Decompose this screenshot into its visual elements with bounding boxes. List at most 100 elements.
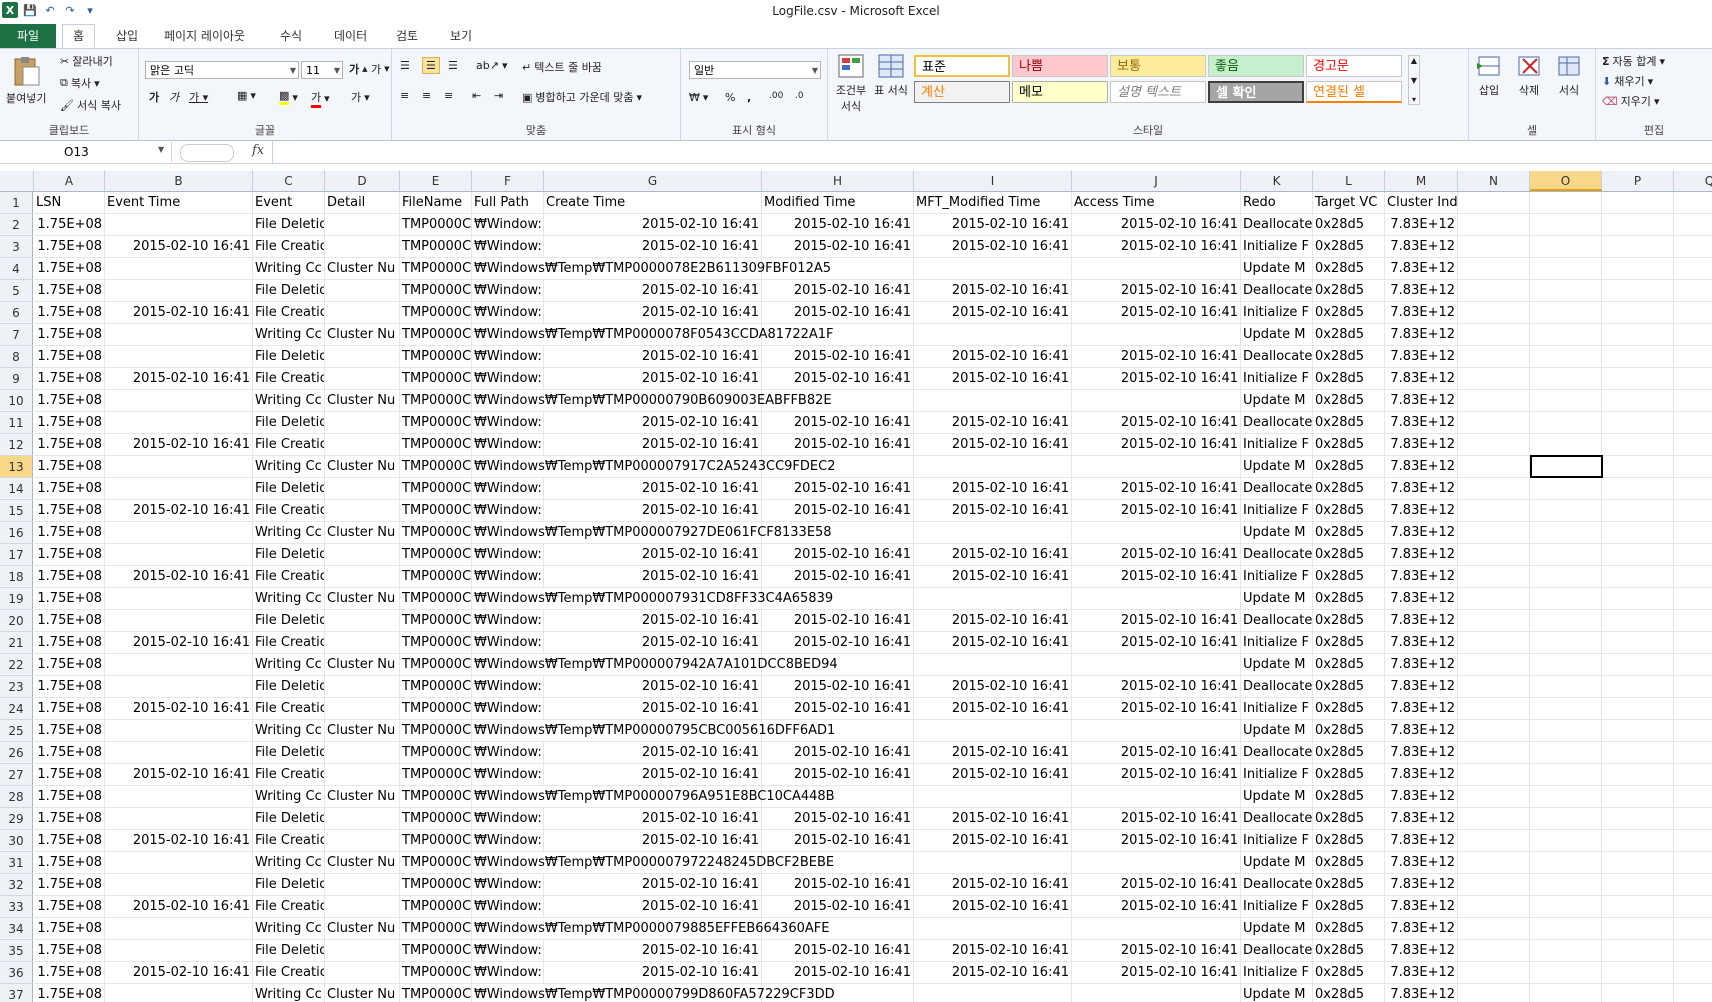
cell-j11[interactable]: 2015-02-10 16:41: [1072, 412, 1241, 434]
cell-c27[interactable]: File Creation: [253, 764, 325, 786]
cell-m20[interactable]: 7.83E+12: [1385, 610, 1458, 632]
empty-cell[interactable]: [1674, 346, 1712, 368]
empty-cell[interactable]: [1530, 654, 1602, 676]
cell-g21[interactable]: 2015-02-10 16:41: [544, 632, 762, 654]
cell-i17[interactable]: 2015-02-10 16:41: [914, 544, 1072, 566]
empty-cell[interactable]: [1530, 742, 1602, 764]
cell-c19[interactable]: Writing Cc: [253, 588, 325, 610]
cell-e12[interactable]: TMP0000C: [400, 434, 472, 456]
empty-cell[interactable]: [1530, 940, 1602, 962]
cell-d3[interactable]: [325, 236, 400, 258]
cell-e37[interactable]: TMP0000C: [400, 984, 472, 1002]
cell-k7[interactable]: Update M: [1241, 324, 1313, 346]
percent-button[interactable]: %: [725, 91, 735, 104]
cell-f23[interactable]: ₩Window:: [472, 676, 544, 698]
phonetic-button[interactable]: 가 ▾: [351, 89, 370, 105]
cell-d28[interactable]: Cluster Nu: [325, 786, 400, 808]
cell-f15[interactable]: ₩Window:: [472, 500, 544, 522]
cell-l20[interactable]: 0x28d5: [1313, 610, 1385, 632]
cell-c37[interactable]: Writing Cc: [253, 984, 325, 1002]
empty-cell[interactable]: [1602, 742, 1674, 764]
cell-l16[interactable]: 0x28d5: [1313, 522, 1385, 544]
cell-m27[interactable]: 7.83E+12: [1385, 764, 1458, 786]
empty-cell[interactable]: [1458, 456, 1530, 478]
cell-f19[interactable]: ₩Windows₩Temp₩TMP000007931CD8FF33C4A6583…: [472, 588, 944, 610]
column-header-p[interactable]: P: [1602, 171, 1674, 191]
empty-cell[interactable]: [1602, 830, 1674, 852]
cell-e8[interactable]: TMP0000C: [400, 346, 472, 368]
column-header-b[interactable]: B: [105, 171, 253, 191]
empty-cell[interactable]: [1458, 676, 1530, 698]
cell-b14[interactable]: [105, 478, 253, 500]
cell-i18[interactable]: 2015-02-10 16:41: [914, 566, 1072, 588]
cell-l11[interactable]: 0x28d5: [1313, 412, 1385, 434]
cell-b30[interactable]: 2015-02-10 16:41: [105, 830, 253, 852]
active-cell-selection[interactable]: [1530, 455, 1603, 478]
cell-b17[interactable]: [105, 544, 253, 566]
style-check-cell[interactable]: 셀 확인: [1208, 81, 1304, 103]
empty-cell[interactable]: [1530, 478, 1602, 500]
cell-m11[interactable]: 7.83E+12: [1385, 412, 1458, 434]
cell-c16[interactable]: Writing Cc: [253, 522, 325, 544]
cell-l8[interactable]: 0x28d5: [1313, 346, 1385, 368]
cell-l21[interactable]: 0x28d5: [1313, 632, 1385, 654]
cell-c28[interactable]: Writing Cc: [253, 786, 325, 808]
tab-view[interactable]: 보기: [440, 25, 482, 47]
cell-d8[interactable]: [325, 346, 400, 368]
cell-j4[interactable]: [1072, 258, 1241, 280]
cell-a2[interactable]: 1.75E+08: [34, 214, 105, 236]
cell-g2[interactable]: 2015-02-10 16:41: [544, 214, 762, 236]
cell-j2[interactable]: 2015-02-10 16:41: [1072, 214, 1241, 236]
empty-cell[interactable]: [1458, 522, 1530, 544]
cell-c18[interactable]: File Creation: [253, 566, 325, 588]
tab-insert[interactable]: 삽입: [106, 25, 148, 47]
font-name-select[interactable]: 맑은 고딕 ▼: [145, 61, 299, 79]
empty-cell[interactable]: [1602, 280, 1674, 302]
cell-h27[interactable]: 2015-02-10 16:41: [762, 764, 914, 786]
empty-cell[interactable]: [1602, 698, 1674, 720]
cell-l14[interactable]: 0x28d5: [1313, 478, 1385, 500]
cell-g17[interactable]: 2015-02-10 16:41: [544, 544, 762, 566]
cell-c22[interactable]: Writing Cc: [253, 654, 325, 676]
empty-cell[interactable]: [1458, 346, 1530, 368]
cell-m24[interactable]: 7.83E+12: [1385, 698, 1458, 720]
cell-e35[interactable]: TMP0000C: [400, 940, 472, 962]
cell-d36[interactable]: [325, 962, 400, 984]
empty-cell[interactable]: [1458, 214, 1530, 236]
cell-m32[interactable]: 7.83E+12: [1385, 874, 1458, 896]
empty-cell[interactable]: [1674, 698, 1712, 720]
cell-m22[interactable]: 7.83E+12: [1385, 654, 1458, 676]
row-header[interactable]: 2: [0, 214, 33, 236]
cell-f3[interactable]: ₩Window:: [472, 236, 544, 258]
cell-h18[interactable]: 2015-02-10 16:41: [762, 566, 914, 588]
cell-h5[interactable]: 2015-02-10 16:41: [762, 280, 914, 302]
cell-m18[interactable]: 7.83E+12: [1385, 566, 1458, 588]
cell-l13[interactable]: 0x28d5: [1313, 456, 1385, 478]
cell-b21[interactable]: 2015-02-10 16:41: [105, 632, 253, 654]
cell-h3[interactable]: 2015-02-10 16:41: [762, 236, 914, 258]
empty-cell[interactable]: [1602, 720, 1674, 742]
cell-c33[interactable]: File Creation: [253, 896, 325, 918]
cell-m15[interactable]: 7.83E+12: [1385, 500, 1458, 522]
cell-l29[interactable]: 0x28d5: [1313, 808, 1385, 830]
row-header[interactable]: 31: [0, 852, 33, 874]
paste-button[interactable]: 붙여넣기: [6, 55, 46, 106]
cell-c26[interactable]: File Deletion: [253, 742, 325, 764]
empty-cell[interactable]: [1674, 852, 1712, 874]
empty-cell[interactable]: [1602, 610, 1674, 632]
empty-cell[interactable]: [1674, 610, 1712, 632]
cell-m35[interactable]: 7.83E+12: [1385, 940, 1458, 962]
tab-home[interactable]: 홈: [62, 24, 96, 48]
cell-i20[interactable]: 2015-02-10 16:41: [914, 610, 1072, 632]
cell-f29[interactable]: ₩Window:: [472, 808, 544, 830]
cell-d11[interactable]: [325, 412, 400, 434]
name-box-dropdown-icon[interactable]: ▼: [158, 145, 164, 154]
cell-j10[interactable]: [1072, 390, 1241, 412]
empty-cell[interactable]: [1458, 302, 1530, 324]
cell-d4[interactable]: Cluster Nu: [325, 258, 400, 280]
cell-l15[interactable]: 0x28d5: [1313, 500, 1385, 522]
cell-k30[interactable]: Initialize F: [1241, 830, 1313, 852]
cell-c21[interactable]: File Creation: [253, 632, 325, 654]
cell-l7[interactable]: 0x28d5: [1313, 324, 1385, 346]
cell-m37[interactable]: 7.83E+12: [1385, 984, 1458, 1002]
